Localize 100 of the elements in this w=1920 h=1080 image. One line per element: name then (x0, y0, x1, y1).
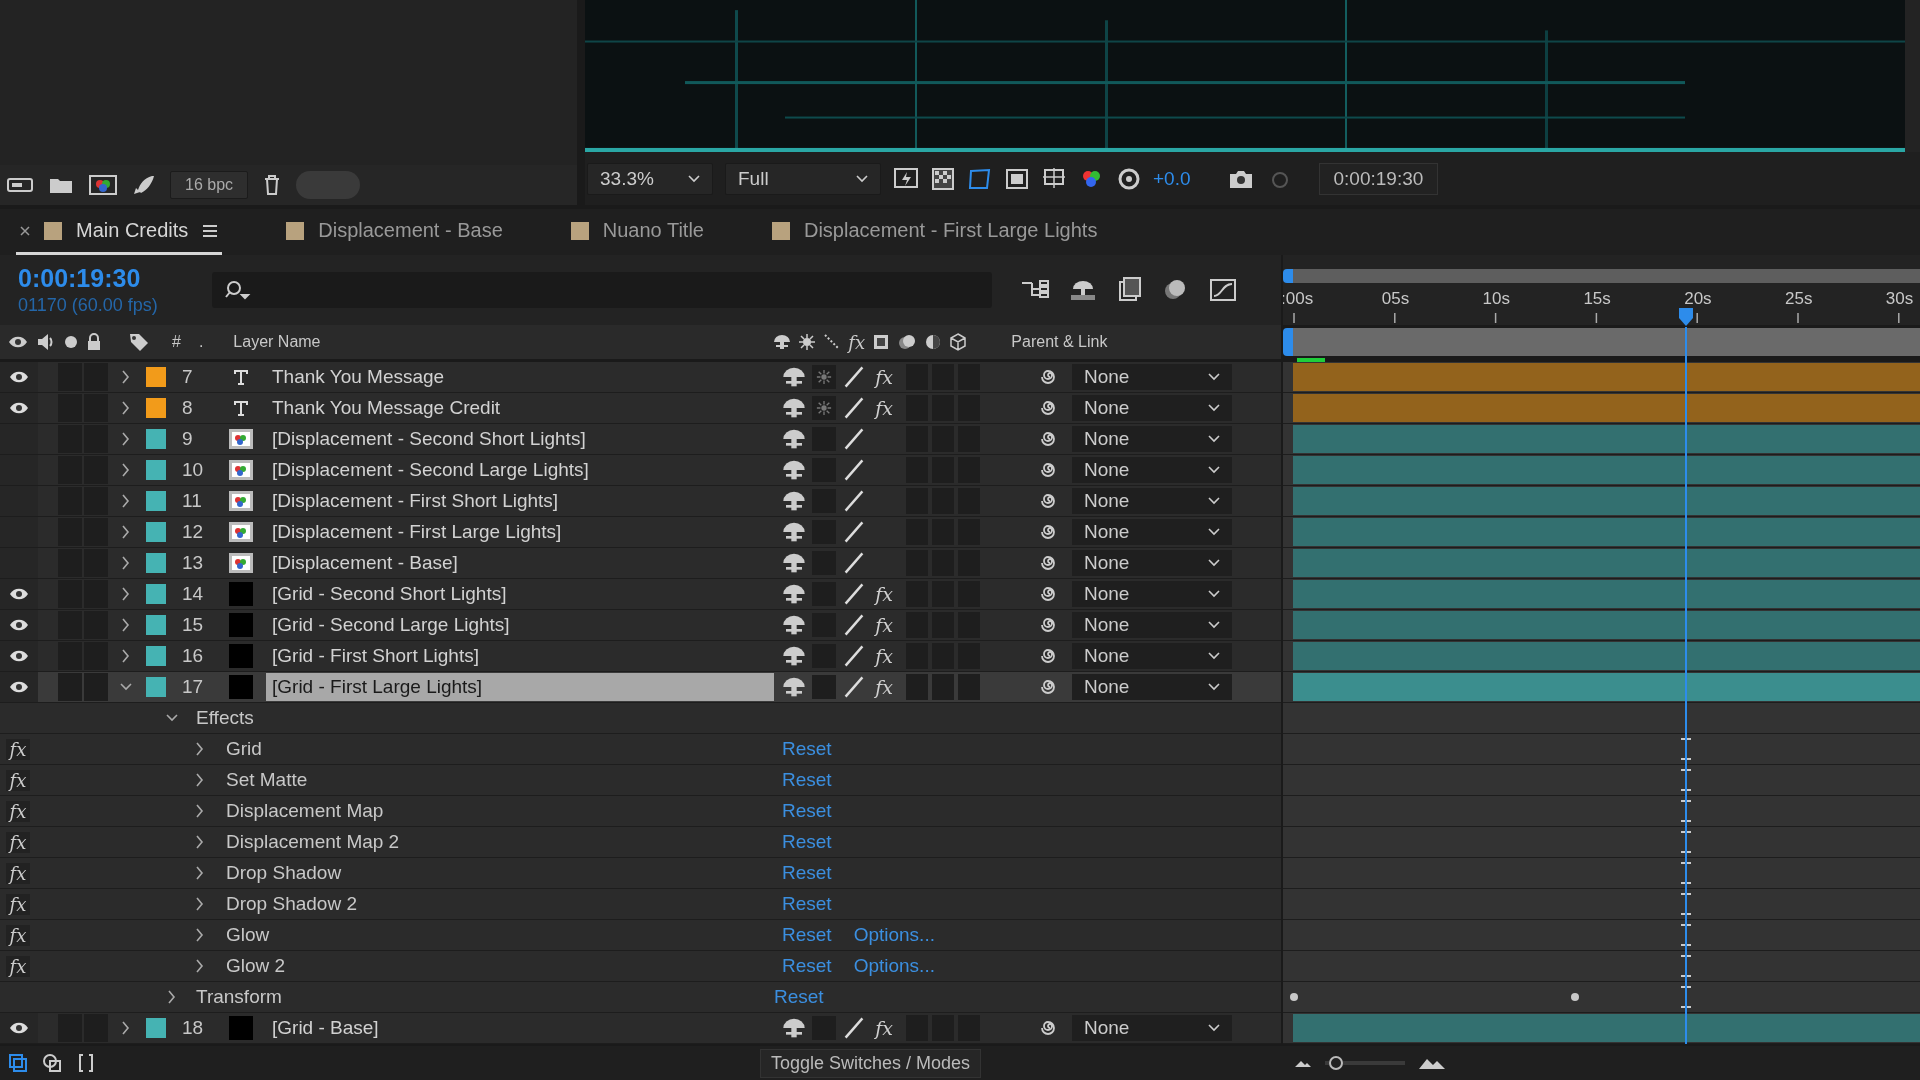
effect-name[interactable]: Glow 2 (226, 955, 782, 977)
composition-tab[interactable]: Displacement - First Large Lights (767, 209, 1102, 255)
chevron-icon[interactable] (120, 370, 132, 384)
effects-switch[interactable]: fx (872, 613, 896, 637)
composition-icon[interactable] (88, 174, 118, 196)
caret-icon[interactable] (1208, 559, 1220, 567)
playhead-handle-icon[interactable] (1678, 307, 1694, 327)
fast-preview-icon[interactable] (893, 166, 919, 191)
chevron-icon[interactable] (194, 866, 206, 880)
visibility-toggle[interactable] (0, 1013, 38, 1043)
chevron-icon[interactable] (120, 649, 132, 663)
effect-badge[interactable]: fx (6, 831, 30, 853)
parent-dropdown[interactable]: None (1072, 426, 1232, 452)
label-swatch[interactable] (146, 584, 166, 604)
search-icon[interactable] (224, 280, 252, 300)
parent-dropdown[interactable]: None (1072, 643, 1232, 669)
shy-icon[interactable] (782, 520, 806, 544)
reset-link[interactable]: Reset (782, 924, 832, 946)
shy-icon[interactable] (782, 613, 806, 637)
label-swatch[interactable] (146, 553, 166, 573)
label-swatch[interactable] (146, 429, 166, 449)
bit-depth-button[interactable]: 16 bpc (170, 171, 249, 199)
pen-icon[interactable] (842, 582, 866, 606)
composition-tab[interactable]: Displacement - Base (282, 209, 507, 255)
layer-name[interactable]: [Displacement - Second Large Lights] (266, 456, 774, 484)
pen-icon[interactable] (842, 613, 866, 637)
layer-name[interactable]: Thank You Message Credit (266, 394, 774, 422)
search-field[interactable] (212, 272, 992, 308)
chevron-icon[interactable] (120, 432, 132, 446)
layer-name[interactable]: Thank You Message (266, 363, 774, 391)
effect-name[interactable]: Drop Shadow (226, 862, 782, 884)
eye-icon[interactable] (9, 649, 29, 663)
shy-icon[interactable] (782, 458, 806, 482)
visibility-toggle[interactable] (0, 579, 38, 609)
parent-dropdown[interactable]: None (1072, 550, 1232, 576)
effect-name[interactable]: Displacement Map 2 (226, 831, 782, 853)
eye-icon[interactable] (9, 401, 29, 415)
label-swatch[interactable] (146, 677, 166, 697)
chevron-icon[interactable] (120, 587, 132, 601)
reset-link[interactable]: Reset (782, 862, 832, 884)
caret-icon[interactable] (1208, 683, 1220, 691)
effects-switch[interactable]: fx (872, 396, 896, 420)
overlap-icon[interactable] (42, 1053, 62, 1073)
caret-icon[interactable] (1208, 528, 1220, 536)
effects-switch[interactable]: fx (872, 582, 896, 606)
chevron-icon[interactable] (194, 804, 206, 818)
shy-icon[interactable] (782, 675, 806, 699)
current-time[interactable]: 0:00:19:30 (18, 264, 198, 293)
layers-icon[interactable] (8, 1053, 28, 1073)
composition-tab[interactable]: Nuano Title (566, 209, 708, 255)
collapse-switch[interactable] (812, 675, 836, 699)
switch-box[interactable] (906, 674, 928, 700)
layer-name[interactable]: [Displacement - First Short Lights] (266, 487, 774, 515)
switch-box[interactable] (958, 674, 980, 700)
keyframe-dot-icon[interactable] (1290, 993, 1298, 1001)
menu-icon[interactable] (202, 223, 219, 238)
parent-dropdown[interactable]: None (1072, 1015, 1232, 1041)
chevron-icon[interactable] (194, 959, 206, 973)
effect-badge[interactable]: fx (6, 738, 30, 760)
reset-link[interactable]: Reset (782, 955, 832, 977)
reset-link[interactable]: Reset (782, 831, 832, 853)
parent-dropdown[interactable]: None (1072, 488, 1232, 514)
transparency-grid-icon[interactable] (931, 166, 955, 191)
parent-dropdown[interactable]: None (1072, 457, 1232, 483)
layer-name[interactable]: [Grid - Base] (266, 1014, 774, 1042)
effect-badge[interactable]: fx (6, 800, 30, 822)
label-swatch[interactable] (146, 460, 166, 480)
layer-name[interactable]: [Displacement - Second Short Lights] (266, 425, 774, 453)
brackets-icon[interactable] (76, 1053, 96, 1073)
effect-name[interactable]: Displacement Map (226, 800, 782, 822)
chevron-icon[interactable] (120, 463, 132, 477)
effect-name[interactable]: Grid (226, 738, 782, 760)
eye-icon[interactable] (9, 1021, 29, 1035)
layer-name[interactable]: [Displacement - Base] (266, 549, 774, 577)
options-link[interactable]: Options... (853, 924, 935, 946)
viewer-timecode[interactable]: 0:00:19:30 (1318, 162, 1439, 195)
visibility-toggle[interactable] (0, 393, 38, 423)
label-swatch[interactable] (146, 367, 166, 387)
caret-icon[interactable] (1208, 435, 1220, 443)
visibility-toggle[interactable] (0, 610, 38, 640)
close-icon[interactable] (20, 225, 30, 236)
caret-icon[interactable] (1208, 652, 1220, 660)
effect-badge[interactable]: fx (6, 924, 30, 946)
frame-blending-icon[interactable] (1116, 276, 1144, 304)
property-group-name[interactable]: Transform (196, 986, 596, 1008)
caret-icon[interactable] (1208, 497, 1220, 505)
pen-icon[interactable] (842, 458, 866, 482)
layer-name[interactable]: [Grid - Second Short Lights] (266, 580, 774, 608)
effect-name[interactable]: Glow (226, 924, 782, 946)
layer-name[interactable]: [Grid - Second Large Lights] (266, 611, 774, 639)
chevron-icon[interactable] (120, 556, 132, 570)
visibility-toggle[interactable] (0, 641, 38, 671)
layer-name[interactable]: [Displacement - First Large Lights] (266, 518, 774, 546)
chevron-icon[interactable] (120, 401, 132, 415)
keyframe-dot-icon[interactable] (1571, 993, 1579, 1001)
shy-icon[interactable] (782, 644, 806, 668)
eye-icon[interactable] (9, 680, 29, 694)
label-swatch[interactable] (146, 491, 166, 511)
caret-icon[interactable] (688, 174, 700, 183)
toggle-switches-button[interactable]: Toggle Switches / Modes (760, 1048, 982, 1078)
